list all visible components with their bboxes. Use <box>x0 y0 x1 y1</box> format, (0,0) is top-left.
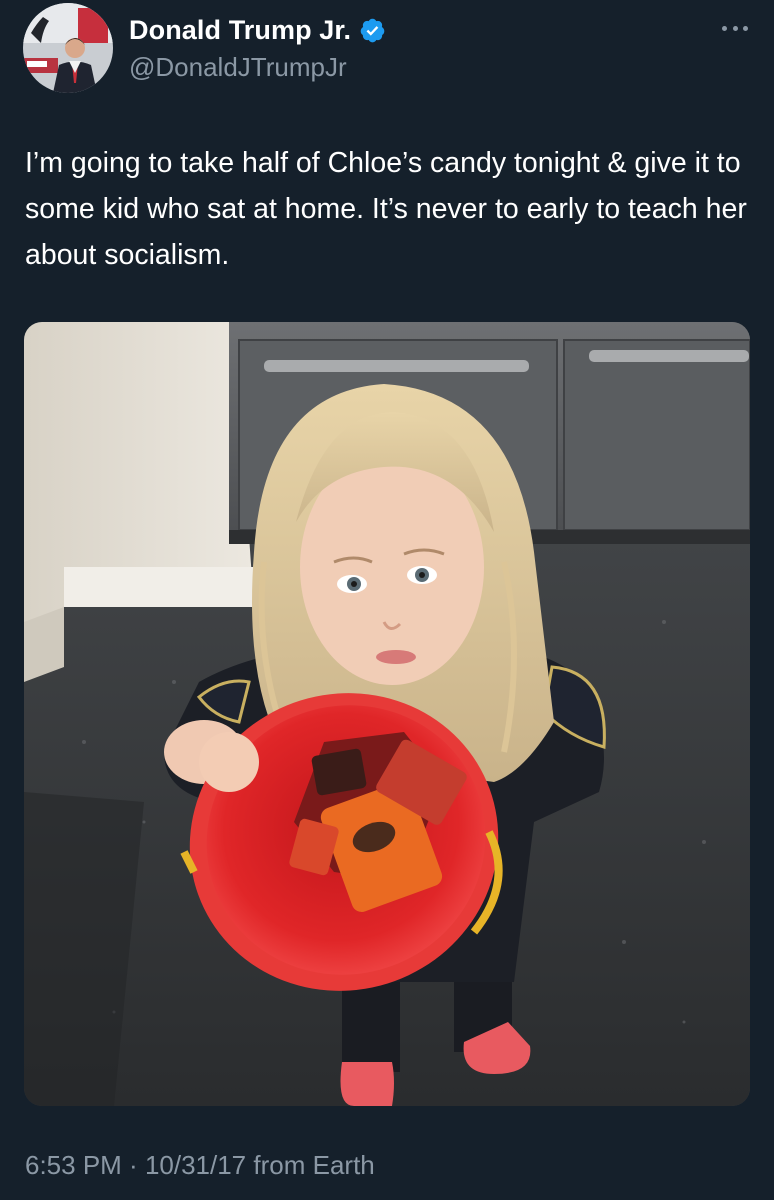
author-info: Donald Trump Jr. @DonaldJTrumpJr <box>129 12 386 83</box>
dot-icon <box>732 25 738 31</box>
photo-illustration <box>24 322 750 1106</box>
tweet-card: Donald Trump Jr. @DonaldJTrumpJr I’m goi… <box>0 0 774 1200</box>
tweet-text: I’m going to take half of Chloe’s candy … <box>25 147 747 271</box>
name-row: Donald Trump Jr. <box>129 12 386 48</box>
handle[interactable]: @DonaldJTrumpJr <box>129 52 386 83</box>
tweet-time[interactable]: 6:53 PM <box>25 1150 122 1180</box>
avatar[interactable] <box>23 3 113 93</box>
meta-separator: · <box>121 1150 145 1180</box>
avatar-photo <box>23 3 113 93</box>
dot-icon <box>722 25 727 31</box>
more-options-icon[interactable] <box>722 18 748 38</box>
dot-icon <box>743 25 748 31</box>
display-name[interactable]: Donald Trump Jr. <box>129 15 351 46</box>
tweet-source: from Earth <box>246 1150 375 1180</box>
tweet-metadata: 6:53 PM · 10/31/17 from Earth <box>25 1150 375 1181</box>
verified-badge-icon <box>359 17 386 44</box>
tweet-date[interactable]: 10/31/17 <box>145 1150 246 1180</box>
tweet-photo[interactable] <box>24 322 750 1106</box>
